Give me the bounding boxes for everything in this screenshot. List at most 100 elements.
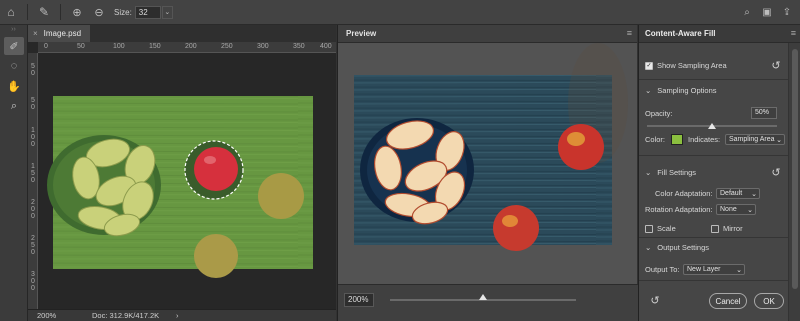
scale-checkbox[interactable] xyxy=(645,224,653,233)
subtract-from-sampling-icon[interactable]: ⊖ xyxy=(88,1,110,23)
image-with-sampling-overlay[interactable] xyxy=(38,53,336,309)
fill-settings-header[interactable]: ⌄ Fill Settings xyxy=(645,168,696,177)
document-canvas[interactable] xyxy=(38,53,336,309)
photoshop-window: ⌂ ✎ ⊕ ⊖ Size: 32 ⌄ ⌕ ▣ ⇪ ›› ✐ ◌ ✋ ⌕ × Im… xyxy=(0,0,800,321)
color-swatch[interactable] xyxy=(671,134,683,145)
fill-settings-label: Fill Settings xyxy=(657,168,697,177)
preview-footer: 200% xyxy=(338,284,638,321)
selected-apple xyxy=(194,147,238,191)
ruler-tick: 0 xyxy=(31,134,35,141)
ruler-tick: 2 xyxy=(31,199,35,206)
home-icon[interactable]: ⌂ xyxy=(0,1,22,23)
apple-shape xyxy=(258,173,304,219)
section-divider xyxy=(639,237,789,238)
document-tabbar: × Image.psd xyxy=(28,25,336,42)
doc-size-info: Doc: 312.9K/417.2K xyxy=(92,311,160,320)
apple-shape xyxy=(194,234,238,278)
ruler-tick: 300 xyxy=(257,43,269,50)
reset-all-icon[interactable]: ↺ xyxy=(649,295,661,307)
chevron-down-icon: ⌄ xyxy=(645,243,652,252)
indicates-select[interactable]: Sampling Area ⌄ xyxy=(725,134,785,145)
brush-tool-icon[interactable]: ✎ xyxy=(33,1,55,23)
ruler-tick: 200 xyxy=(185,43,197,50)
ruler-tick: 1 xyxy=(31,127,35,134)
tab-close-icon[interactable]: × xyxy=(33,29,38,38)
zoom-icon[interactable]: ⌕ xyxy=(4,97,24,115)
rotation-adaptation-value: None xyxy=(720,206,737,213)
apple-shape xyxy=(493,205,539,251)
color-adaptation-select[interactable]: Default ⌄ xyxy=(716,188,760,199)
sampling-options-header[interactable]: ⌄ Sampling Options xyxy=(645,86,717,95)
size-input[interactable]: 32 xyxy=(134,5,161,19)
chevron-down-icon: ⌄ xyxy=(751,190,757,198)
preview-image[interactable] xyxy=(338,43,638,283)
ruler-tick: 0 xyxy=(31,177,35,184)
status-arrow-icon[interactable]: › xyxy=(176,311,179,320)
chevron-down-icon: ⌄ xyxy=(747,206,753,214)
ruler-tick: 400 xyxy=(320,43,332,50)
indicates-value: Sampling Area xyxy=(729,136,775,143)
ruler-vertical[interactable]: 5 0 5 0 1 0 0 1 5 0 2 0 0 2 5 0 3 0 0 xyxy=(28,53,38,309)
ruler-tick: 5 xyxy=(31,97,35,104)
opacity-slider-thumb[interactable] xyxy=(708,123,716,129)
sampling-brush-icon[interactable]: ✐ xyxy=(4,37,24,55)
apple-shape xyxy=(558,124,604,170)
panel-header: Content-Aware Fill ≡ xyxy=(639,25,800,43)
cancel-button[interactable]: Cancel xyxy=(709,293,747,309)
preview-panel: Preview ≡ 200% xyxy=(337,25,638,321)
ruler-tick: 5 xyxy=(31,242,35,249)
ruler-tick: 100 xyxy=(113,43,125,50)
preview-zoom-input[interactable]: 200% xyxy=(344,293,374,307)
ruler-tick: 0 xyxy=(31,206,35,213)
sampling-options-label: Sampling Options xyxy=(657,86,717,95)
preview-zoom-slider-thumb[interactable] xyxy=(479,294,487,300)
output-settings-label: Output Settings xyxy=(657,243,709,252)
color-label: Color: xyxy=(645,135,666,144)
ok-button[interactable]: OK xyxy=(754,293,784,309)
mirror-checkbox[interactable] xyxy=(711,224,719,233)
tools-panel: ›› ✐ ◌ ✋ ⌕ xyxy=(0,25,28,321)
section-divider xyxy=(639,79,789,80)
search-icon[interactable]: ⌕ xyxy=(740,1,754,23)
mirror-row[interactable]: Mirror xyxy=(711,224,800,233)
document-tab[interactable]: × Image.psd xyxy=(28,25,90,42)
ruler-tick: 250 xyxy=(221,43,233,50)
toolbar-grip-icon[interactable]: ›› xyxy=(0,25,27,35)
panel-scrollbar[interactable] xyxy=(788,43,800,321)
menu-icon[interactable]: ≡ xyxy=(791,28,796,38)
show-sampling-area-checkbox[interactable]: ✓ xyxy=(645,61,653,70)
output-settings-header[interactable]: ⌄ Output Settings xyxy=(645,243,709,252)
hand-icon[interactable]: ✋ xyxy=(4,77,24,95)
preview-header: Preview ≡ xyxy=(338,25,637,43)
size-dropdown-icon[interactable]: ⌄ xyxy=(161,5,173,19)
mirror-label: Mirror xyxy=(723,224,743,233)
ruler-tick: 0 xyxy=(31,141,35,148)
preview-title: Preview xyxy=(346,29,377,38)
output-to-select[interactable]: New Layer ⌄ xyxy=(683,264,745,275)
opacity-input[interactable]: 50% xyxy=(751,107,777,119)
ruler-tick: 1 xyxy=(31,163,35,170)
output-to-label: Output To: xyxy=(645,265,680,274)
ruler-tick: 150 xyxy=(149,43,161,50)
ruler-tick: 50 xyxy=(77,43,85,50)
share-icon[interactable]: ⇪ xyxy=(780,1,794,23)
menu-icon[interactable]: ≡ xyxy=(627,28,632,38)
scale-label: Scale xyxy=(657,224,676,233)
workspace-icon[interactable]: ▣ xyxy=(760,1,774,23)
ruler-horizontal[interactable]: 0 50 100 150 200 250 300 350 400 xyxy=(38,42,336,53)
reset-fill-settings-icon[interactable]: ↺ xyxy=(770,167,782,179)
panel-title: Content-Aware Fill xyxy=(645,29,716,38)
chevron-down-icon: ⌄ xyxy=(645,168,652,177)
ruler-tick: 350 xyxy=(293,43,305,50)
scrollbar-thumb[interactable] xyxy=(792,49,798,289)
document-tab-title: Image.psd xyxy=(43,29,82,38)
add-to-sampling-icon[interactable]: ⊕ xyxy=(66,1,88,23)
options-bar: ⌂ ✎ ⊕ ⊖ Size: 32 ⌄ ⌕ ▣ ⇪ xyxy=(0,0,800,25)
lasso-icon[interactable]: ◌ xyxy=(4,57,24,75)
rotation-adaptation-select[interactable]: None ⌄ xyxy=(716,204,756,215)
doc-zoom-level[interactable]: 200% xyxy=(37,311,56,320)
reset-sampling-icon[interactable]: ↺ xyxy=(770,60,782,72)
show-sampling-area-label: Show Sampling Area xyxy=(657,61,727,70)
content-aware-fill-panel: Content-Aware Fill ≡ ✓ Show Sampling Are… xyxy=(638,25,800,321)
output-to-value: New Layer xyxy=(687,266,721,273)
